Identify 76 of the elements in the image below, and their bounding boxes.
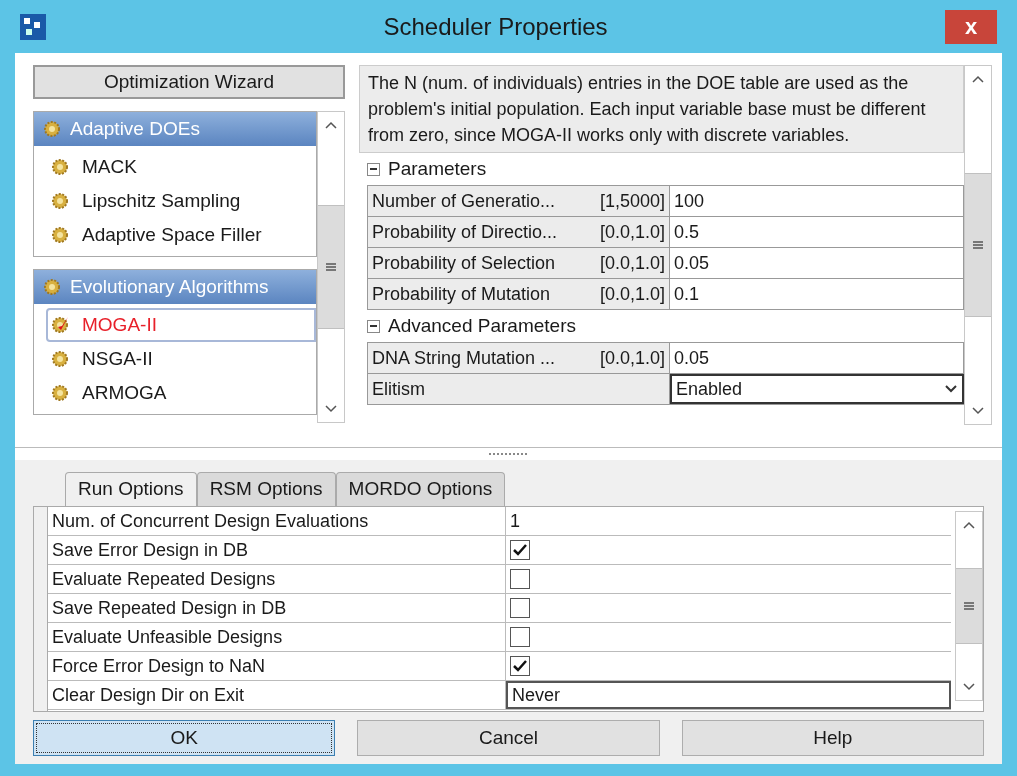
scroll-up-icon[interactable] xyxy=(324,120,338,130)
close-button[interactable]: x xyxy=(945,9,997,44)
parameter-range: [1,5000] xyxy=(599,189,665,213)
tab[interactable]: MORDO Options xyxy=(335,472,506,506)
grip-icon xyxy=(325,262,337,272)
scroll-down-icon[interactable] xyxy=(962,682,976,692)
parameter-range: [0.0,1.0] xyxy=(599,251,665,275)
scrollbar[interactable] xyxy=(955,511,983,701)
parameter-name: Number of Generatio... xyxy=(372,189,556,213)
algorithm-item[interactable]: Adaptive Space Filler xyxy=(34,218,316,252)
collapse-toggle[interactable] xyxy=(367,162,380,176)
algorithm-item[interactable]: NSGA-II xyxy=(34,342,316,376)
gear-icon xyxy=(50,191,70,211)
checkbox[interactable] xyxy=(510,656,530,676)
description-text: The N (num. of individuals) entries in the DOE table are used as the problem's initial population. Each input variable base must be different from zero, since MOGA-II works only with discrete variables. xyxy=(359,65,964,153)
section-title: Parameters xyxy=(388,156,487,181)
scroll-thumb[interactable] xyxy=(965,173,991,317)
parameter-range: [0.0,1.0] xyxy=(599,282,665,306)
option-label: Evaluate Repeated Designs xyxy=(48,565,506,593)
checkbox[interactable] xyxy=(510,598,530,618)
grip-icon xyxy=(963,601,975,611)
algorithm-item[interactable]: ARMOGA xyxy=(34,376,316,410)
checkbox[interactable] xyxy=(510,569,530,589)
app-icon xyxy=(20,13,46,40)
scrollbar[interactable] xyxy=(317,111,345,423)
tab[interactable]: Run Options xyxy=(65,472,197,506)
gear-icon xyxy=(50,225,70,245)
gear-icon xyxy=(50,157,70,177)
gear-icon xyxy=(50,383,70,403)
group-title: Adaptive DOEs xyxy=(70,116,200,141)
gear-icon xyxy=(50,349,70,369)
dialog-button[interactable]: Cancel xyxy=(357,720,660,756)
scroll-down-icon[interactable] xyxy=(324,404,338,414)
parameter-range: [0.0,1.0] xyxy=(599,346,665,370)
checkbox[interactable] xyxy=(510,627,530,647)
splitter-grip-icon[interactable] xyxy=(488,452,529,456)
scroll-up-icon[interactable] xyxy=(971,74,985,84)
dialog-button[interactable]: Help xyxy=(681,720,984,756)
scroll-down-icon[interactable] xyxy=(971,406,985,416)
window-title: Scheduler Properties xyxy=(382,11,609,42)
dialog-button[interactable]: OK xyxy=(33,720,336,756)
parameter-name: Probability of Directio... xyxy=(372,220,558,244)
caret-icon xyxy=(944,384,958,394)
option-label: Force Error Design to NaN xyxy=(48,652,506,680)
gear-check-icon xyxy=(50,315,70,335)
section-title: Advanced Parameters xyxy=(388,313,576,338)
collapse-toggle[interactable] xyxy=(367,319,380,333)
gear-icon xyxy=(42,277,62,297)
dropdown[interactable]: Never xyxy=(506,681,951,709)
parameter-name: DNA String Mutation ... xyxy=(372,346,556,370)
value-field[interactable]: 1 xyxy=(506,507,951,535)
scroll-thumb[interactable] xyxy=(318,205,344,329)
scroll-up-icon[interactable] xyxy=(962,520,976,530)
scrollbar[interactable] xyxy=(964,65,992,425)
option-label: Clear Design Dir on Exit xyxy=(48,681,506,709)
algorithm-item[interactable]: MOGA-II xyxy=(46,308,316,342)
option-label: Evaluate Unfeasible Designs xyxy=(48,623,506,651)
parameter-name: Elitism xyxy=(372,377,425,401)
check-icon xyxy=(512,543,528,557)
option-label: Save Error Design in DB xyxy=(48,536,506,564)
tab[interactable]: RSM Options xyxy=(196,472,336,506)
gear-icon xyxy=(42,119,62,139)
parameter-name: Probability of Mutation xyxy=(372,282,551,306)
option-label: Num. of Concurrent Design Evaluations xyxy=(48,507,506,535)
algorithm-item[interactable]: Lipschitz Sampling xyxy=(34,184,316,218)
grip-icon xyxy=(972,240,984,250)
checkbox[interactable] xyxy=(510,540,530,560)
parameter-range: [0.0,1.0] xyxy=(599,220,665,244)
option-label: Save Repeated Design in DB xyxy=(48,594,506,622)
algorithm-item[interactable]: MACK xyxy=(34,150,316,184)
parameter-name: Probability of Selection xyxy=(372,251,556,275)
check-icon xyxy=(512,659,528,673)
scroll-thumb[interactable] xyxy=(956,568,982,644)
group-title: Evolutionary Algorithms xyxy=(70,274,269,299)
dropdown[interactable]: Enabled xyxy=(670,374,964,404)
wizard-button[interactable]: Optimization Wizard xyxy=(33,65,345,99)
